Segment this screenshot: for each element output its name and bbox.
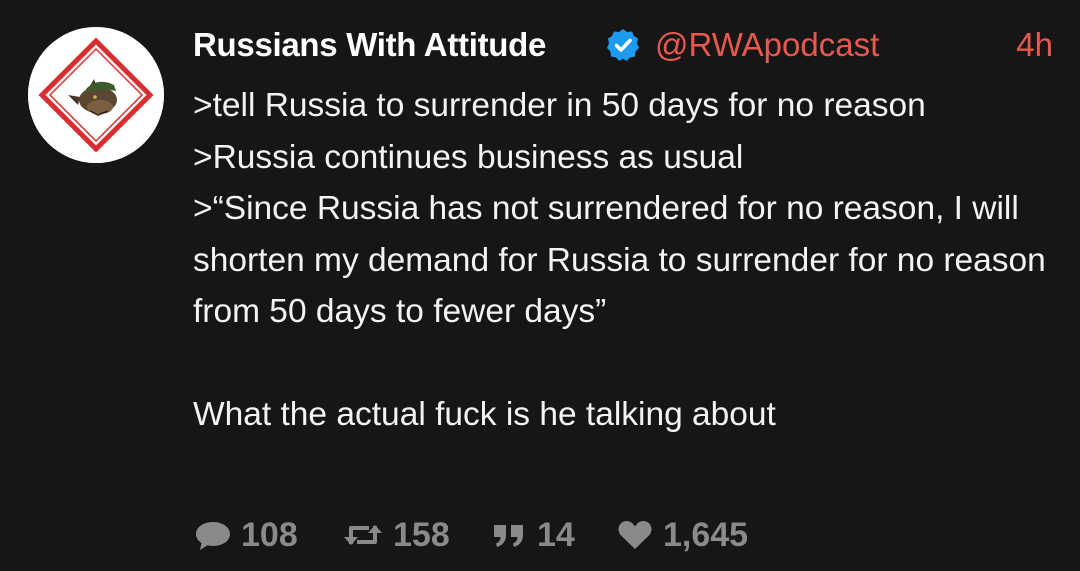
post-body: >tell Russia to surrender in 50 days for… bbox=[193, 80, 1063, 441]
reply-count: 108 bbox=[241, 515, 298, 554]
post-line-3: >“Since Russia has not surrendered for n… bbox=[193, 190, 1046, 330]
like-button[interactable]: 1,645 bbox=[615, 512, 748, 558]
post-line-1: >tell Russia to surrender in 50 days for… bbox=[193, 87, 926, 124]
repost-arrows-icon bbox=[344, 525, 382, 545]
wolf-diamond-logo-icon bbox=[28, 27, 164, 163]
quote-count: 14 bbox=[537, 515, 575, 554]
post-actions: 108 158 14 1,645 bbox=[193, 512, 893, 558]
repost-button[interactable]: 158 bbox=[341, 512, 450, 558]
author-avatar[interactable] bbox=[28, 27, 164, 163]
quote-button[interactable]: 14 bbox=[489, 512, 575, 558]
author-handle[interactable]: @RWApodcast bbox=[655, 22, 879, 68]
verified-badge-icon bbox=[607, 29, 639, 61]
post-header: Russians With Attitude @RWApodcast 4h bbox=[193, 22, 1053, 68]
heart-icon bbox=[618, 521, 652, 549]
post-line-2: >Russia continues business as usual bbox=[193, 138, 744, 176]
speech-bubble-icon bbox=[196, 522, 230, 550]
author-display-name[interactable]: Russians With Attitude bbox=[193, 22, 546, 68]
quote-marks-icon bbox=[494, 525, 523, 547]
like-count: 1,645 bbox=[663, 515, 749, 554]
post-line-4: What the actual fuck is he talking about bbox=[193, 396, 776, 433]
repost-count: 158 bbox=[393, 515, 450, 554]
reply-button[interactable]: 108 bbox=[193, 512, 298, 558]
post-timestamp[interactable]: 4h bbox=[1016, 22, 1053, 68]
post: Russians With Attitude @RWApodcast 4h >t… bbox=[0, 0, 1080, 571]
